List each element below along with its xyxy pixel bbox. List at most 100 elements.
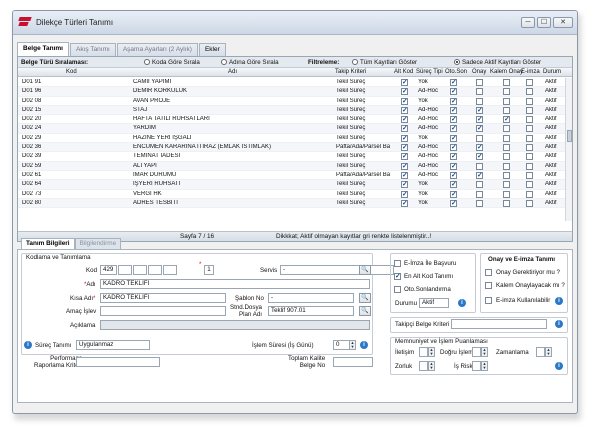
toplam-field[interactable]: [333, 357, 373, 367]
kod-field-2[interactable]: [118, 265, 132, 275]
row-kalem-checkbox[interactable]: [503, 190, 510, 198]
col-onay[interactable]: Onay: [472, 69, 486, 75]
table-row[interactable]: D02 08 AVAN PROJE Tekil Süreç Yok Aktif: [18, 97, 566, 106]
show-active-option[interactable]: Sadece Aktif Kayıtları Göster: [454, 59, 541, 66]
table-row[interactable]: D02 39 TEMİNAT İADESİ Tekil Süreç Ad-Hoc Akt…: [18, 152, 566, 162]
row-onay-checkbox[interactable]: [476, 88, 483, 96]
row-altkod-checkbox[interactable]: [401, 78, 408, 86]
islem-spinner[interactable]: ▲ ▼: [349, 340, 356, 350]
table-row[interactable]: D02 24 YARDIM Tekil Süreç Ad-Hoc Aktif: [18, 124, 566, 134]
iletisim-field[interactable]: [419, 347, 428, 357]
row-eimza-checkbox[interactable]: [526, 134, 533, 142]
islem-info-icon[interactable]: i: [360, 341, 368, 349]
close-button[interactable]: ✕: [553, 17, 573, 28]
kod-field-4[interactable]: [148, 265, 162, 275]
col-kalem[interactable]: Kalem Onay: [490, 69, 523, 75]
row-kalem-checkbox[interactable]: [503, 115, 510, 124]
table-row[interactable]: D02 20 HAFTA TATİLİ RUHSATLARI Tekil Süreç…: [18, 115, 566, 125]
table-row[interactable]: D02 36 ENCÜMEN KARARINA İTİRAZ (EMLAK İST…: [18, 143, 566, 153]
tab-belge-tanimi[interactable]: Belge Tanımı: [17, 42, 69, 56]
row-altkod-checkbox[interactable]: [401, 152, 408, 161]
kod-field-3[interactable]: [133, 265, 147, 275]
tab-asama-ayarlari[interactable]: Aşama Ayarları (2 Aylık): [116, 43, 198, 56]
table-row[interactable]: D02 61 İMAR DURUMU Pafta/Ada/Parsel Ba Ad-H…: [18, 171, 566, 181]
row-altkod-checkbox[interactable]: [401, 97, 408, 105]
row-onay-checkbox[interactable]: [476, 115, 483, 124]
row-eimza-checkbox[interactable]: [526, 125, 533, 133]
table-row[interactable]: D02 59 ALTYAPI Tekil Süreç Ad-Hoc Aktif: [18, 161, 566, 171]
row-onay-checkbox[interactable]: [476, 162, 483, 170]
row-onay-checkbox[interactable]: [476, 124, 483, 133]
scroll-thumb[interactable]: [567, 130, 572, 142]
row-kalem-checkbox[interactable]: [503, 162, 510, 170]
tab-tanim-bilgileri[interactable]: Tanım Bilgileri: [21, 238, 75, 249]
row-otoson-checkbox[interactable]: [450, 87, 457, 96]
row-otoson-checkbox[interactable]: [450, 115, 457, 124]
row-otoson-checkbox[interactable]: [450, 134, 457, 142]
tab-ekler[interactable]: Ekler: [198, 43, 226, 56]
row-kalem-checkbox[interactable]: [503, 134, 510, 142]
durum-info-icon[interactable]: i: [458, 299, 466, 307]
row-eimza-checkbox[interactable]: [526, 153, 533, 161]
takipci-field[interactable]: [451, 319, 547, 329]
row-otoson-checkbox[interactable]: [450, 199, 457, 207]
servis-search-icon[interactable]: 🔍: [359, 265, 371, 275]
row-otoson-checkbox[interactable]: [450, 190, 457, 198]
memnuniyet-info-icon[interactable]: i: [555, 362, 563, 370]
surec-info-icon[interactable]: i: [24, 341, 32, 349]
row-onay-checkbox[interactable]: [476, 134, 483, 142]
row-kalem-checkbox[interactable]: [503, 88, 510, 96]
aciklama-field[interactable]: [100, 320, 370, 330]
table-row[interactable]: D02 15 STAJ Tekil Süreç Ad-Hoc Aktif: [18, 105, 566, 116]
row-kalem-checkbox[interactable]: [503, 181, 510, 189]
row-otoson-checkbox[interactable]: [450, 143, 457, 152]
stnd-search-icon[interactable]: 🔍: [359, 306, 371, 316]
sort-by-code-option[interactable]: Koda Göre Sırala: [144, 59, 200, 66]
row-onay-checkbox[interactable]: [476, 79, 483, 86]
col-kod[interactable]: Kod: [66, 69, 77, 75]
row-altkod-checkbox[interactable]: [401, 124, 408, 133]
row-otoson-checkbox[interactable]: [450, 180, 457, 189]
col-takip[interactable]: Takip Kriteri: [335, 69, 366, 75]
row-otoson-checkbox[interactable]: [450, 162, 457, 170]
sablon-field[interactable]: -: [268, 293, 354, 303]
row-altkod-checkbox[interactable]: [401, 162, 408, 170]
maximize-button[interactable]: ☐: [537, 17, 551, 28]
row-altkod-checkbox[interactable]: [401, 106, 408, 114]
row-kalem-checkbox[interactable]: [503, 97, 510, 105]
kod-field-5[interactable]: [163, 265, 177, 275]
row-onay-checkbox[interactable]: [476, 152, 483, 161]
row-altkod-checkbox[interactable]: [401, 115, 408, 124]
table-row[interactable]: D01 96 DEMİR KORKULUK Tekil Süreç Ad-Hoc Akt…: [18, 87, 566, 97]
row-altkod-checkbox[interactable]: [401, 171, 408, 179]
row-kalem-checkbox[interactable]: [503, 144, 510, 152]
dogru-field[interactable]: [472, 347, 481, 357]
kisa-adi-field[interactable]: KADRO TEKLİFİ: [100, 293, 226, 303]
zorluk-spinner[interactable]: ▲ ▼: [428, 361, 435, 371]
row-altkod-checkbox[interactable]: [401, 199, 408, 207]
tab-akis-tanimi[interactable]: Akış Tanımı: [69, 43, 116, 56]
row-otoson-checkbox[interactable]: [450, 106, 457, 114]
row-otoson-checkbox[interactable]: [450, 171, 457, 179]
row-altkod-checkbox[interactable]: [401, 143, 408, 152]
row-kalem-checkbox[interactable]: [503, 125, 510, 133]
isriski-field[interactable]: [472, 361, 481, 371]
row-eimza-checkbox[interactable]: [526, 190, 533, 198]
sablon-search-icon[interactable]: 🔍: [359, 293, 371, 303]
row-altkod-checkbox[interactable]: [401, 180, 408, 189]
zamanlama-field[interactable]: [536, 347, 545, 357]
row-otoson-checkbox[interactable]: [450, 124, 457, 133]
zamanlama-spinner[interactable]: ▲ ▼: [545, 347, 552, 357]
row-onay-checkbox[interactable]: [476, 199, 483, 207]
col-eimza[interactable]: E-imza: [521, 69, 540, 75]
col-adi[interactable]: Adı: [228, 69, 237, 75]
row-onay-checkbox[interactable]: [476, 190, 483, 198]
adi-field[interactable]: KADRO TEKLİFİ: [100, 279, 370, 289]
eimza-info-icon[interactable]: i: [555, 297, 563, 305]
amac-field[interactable]: [100, 306, 226, 316]
row-kalem-checkbox[interactable]: [503, 171, 510, 179]
eimza-kull-checkbox[interactable]: [485, 297, 492, 304]
row-altkod-checkbox[interactable]: [401, 190, 408, 198]
tab-bilgilendirme[interactable]: Bilgilendirme: [74, 238, 122, 249]
stnd-field[interactable]: Teklif 907.01: [268, 306, 354, 316]
